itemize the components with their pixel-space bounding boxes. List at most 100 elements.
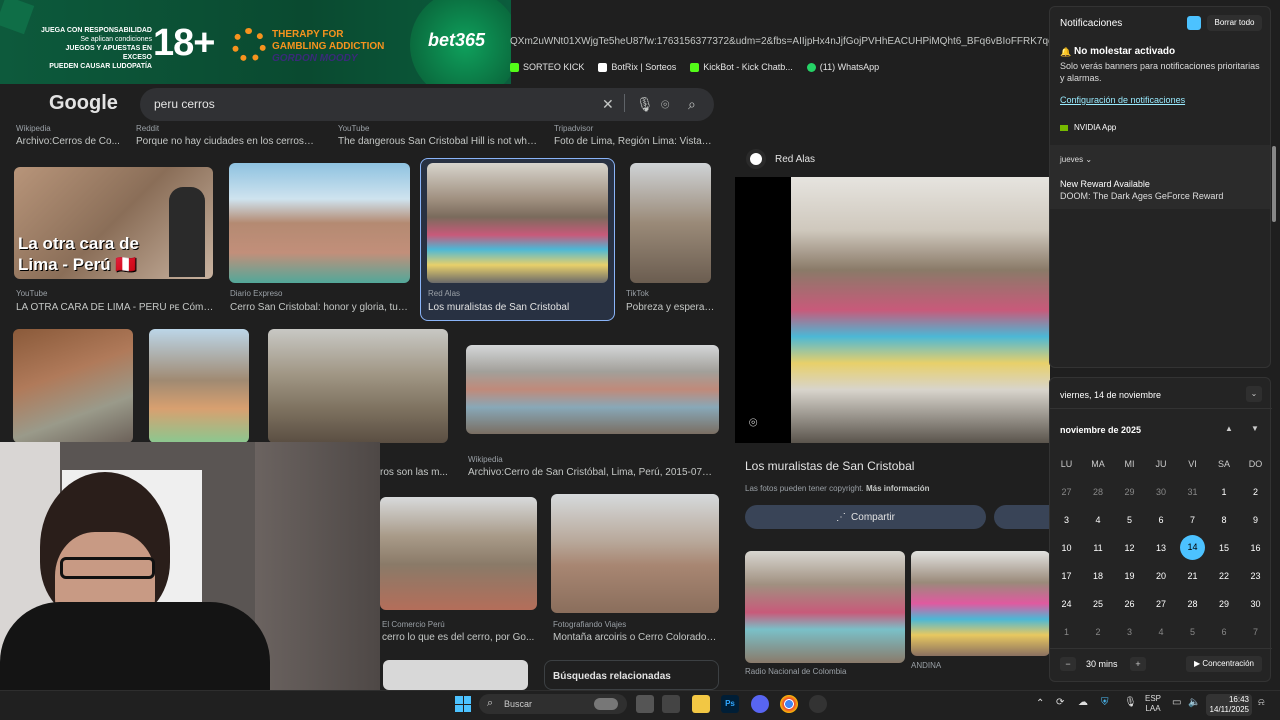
search-input[interactable]: peru cerros <box>154 97 215 111</box>
calendar-day[interactable]: 21 <box>1177 571 1208 581</box>
result-caption[interactable]: Archivo:Cerro de San Cristóbal, Lima, Pe… <box>468 467 713 478</box>
app-icon[interactable] <box>662 695 680 713</box>
chrome-icon[interactable] <box>780 695 798 713</box>
prev-month-icon[interactable]: ▲ <box>1225 424 1233 433</box>
result-image[interactable] <box>229 163 410 283</box>
result-caption[interactable]: Pobreza y esperan... <box>626 302 718 313</box>
increase-focus-button[interactable]: + <box>1130 657 1146 671</box>
focus-button[interactable]: ▶ Concentración <box>1186 656 1262 672</box>
mic-icon[interactable]: 🎙 <box>1124 697 1137 708</box>
lens-search-icon[interactable]: ⌾ <box>749 414 757 431</box>
preview-source[interactable]: Red Alas <box>775 154 815 165</box>
calendar-day[interactable]: 1 <box>1209 487 1240 497</box>
calendar-day[interactable]: 31 <box>1177 487 1208 497</box>
task-view-icon[interactable] <box>636 695 654 713</box>
chevron-down-icon[interactable]: ⌄ <box>1085 155 1092 164</box>
clear-icon[interactable]: ✕ <box>602 96 614 113</box>
result-caption[interactable]: Los muralistas de San Cristobal <box>428 302 608 313</box>
calendar-day[interactable]: 2 <box>1240 487 1271 497</box>
language-indicator[interactable]: ESP LAA <box>1145 694 1161 714</box>
more-info-link[interactable]: Más información <box>866 484 930 493</box>
related-searches-card[interactable]: Búsquedas relacionadas <box>544 660 719 690</box>
calendar-day[interactable]: 5 <box>1177 627 1208 637</box>
calendar-day[interactable]: 17 <box>1051 571 1082 581</box>
search-box[interactable] <box>140 88 714 121</box>
calendar-day[interactable]: 29 <box>1209 599 1240 609</box>
calendar-day[interactable]: 28 <box>1177 599 1208 609</box>
calendar-day[interactable]: 6 <box>1209 627 1240 637</box>
calendar-day[interactable]: 15 <box>1209 543 1240 553</box>
calendar-day[interactable]: 7 <box>1240 627 1271 637</box>
search-icon[interactable]: ⌕ <box>688 96 696 113</box>
calendar-day[interactable]: 13 <box>1146 543 1177 553</box>
visit-button[interactable] <box>994 505 1050 529</box>
calendar-day[interactable]: 23 <box>1240 571 1271 581</box>
result-image[interactable] <box>13 329 133 443</box>
lens-icon[interactable]: ⌾ <box>661 96 669 113</box>
calendar-day[interactable]: 18 <box>1083 571 1114 581</box>
preview-image[interactable] <box>791 177 1050 443</box>
calendar-day[interactable]: 11 <box>1083 543 1114 553</box>
calendar-day[interactable]: 2 <box>1083 627 1114 637</box>
result-image[interactable] <box>383 660 528 690</box>
result-caption[interactable]: Montaña arcoiris o Cerro Colorado, ... <box>553 632 718 643</box>
scrollbar[interactable] <box>1272 146 1276 222</box>
result-caption[interactable]: LA OTRA CARA DE LIMA - PERÚ ᴘᴇ Cómo ... <box>16 302 216 313</box>
calendar-day[interactable]: 27 <box>1051 487 1082 497</box>
calendar-day[interactable]: 24 <box>1051 599 1082 609</box>
result-caption[interactable]: Cerro San Cristobal: honor y gloria, tur… <box>230 302 410 313</box>
calendar-day[interactable]: 10 <box>1051 543 1082 553</box>
calendar-day[interactable]: 1 <box>1051 627 1082 637</box>
bet365-ad-banner[interactable]: JUEGA CON RESPONSABILIDAD Se aplican con… <box>0 0 511 88</box>
result-image[interactable] <box>149 329 249 443</box>
result-caption[interactable]: ros son las m... <box>380 467 460 478</box>
result-caption[interactable]: Archivo:Cerros de Co... <box>16 136 126 147</box>
mic-icon[interactable]: 🎙 <box>636 96 654 113</box>
calendar-day[interactable]: 7 <box>1177 515 1208 525</box>
calendar-day[interactable]: 12 <box>1114 543 1145 553</box>
bookmark-botrix[interactable]: BotRix | Sorteos <box>598 62 676 72</box>
focus-icon[interactable] <box>1187 16 1201 30</box>
notification-settings-link[interactable]: Configuración de notificaciones <box>1060 95 1185 105</box>
notification-bell-icon[interactable]: ⍾ <box>1258 697 1265 708</box>
defender-icon[interactable]: ⛨ <box>1101 697 1109 708</box>
result-image[interactable] <box>268 329 448 443</box>
address-bar[interactable]: QXm2uWNt01XWjgTe5heU87fw:1763156377372&u… <box>510 32 1050 52</box>
calendar-day[interactable]: 16 <box>1240 543 1271 553</box>
result-image[interactable]: La otra cara de Lima - Perú 🇵🇪 <box>14 167 213 279</box>
calendar-day[interactable]: 28 <box>1083 487 1114 497</box>
result-caption[interactable]: Foto de Lima, Región Lima: Vista C... <box>554 136 714 147</box>
result-image[interactable] <box>380 497 537 610</box>
calendar-day[interactable]: 3 <box>1051 515 1082 525</box>
volume-icon[interactable]: 🔈 <box>1188 697 1200 708</box>
result-caption[interactable]: The dangerous San Cristobal Hill is not … <box>338 136 538 147</box>
calendar-day[interactable]: 25 <box>1083 599 1114 609</box>
windows-start-icon[interactable] <box>455 696 471 712</box>
calendar-day[interactable]: 9 <box>1240 515 1271 525</box>
result-caption[interactable]: Porque no hay ciudades en los cerros d..… <box>136 136 316 147</box>
bookmark-whatsapp[interactable]: (11) WhatsApp <box>806 62 879 72</box>
calendar-day[interactable]: 3 <box>1114 627 1145 637</box>
obs-icon[interactable] <box>809 695 827 713</box>
google-logo[interactable]: Google <box>49 92 118 115</box>
result-caption[interactable]: cerro lo que es del cerro, por Go... <box>382 632 537 643</box>
clear-all-button[interactable]: Borrar todo <box>1207 15 1262 31</box>
tray-chevron-icon[interactable]: ⌃ <box>1036 698 1044 709</box>
calendar-day[interactable]: 30 <box>1240 599 1271 609</box>
calendar-day[interactable]: 5 <box>1114 515 1145 525</box>
tray-sync-icon[interactable]: ⟳ <box>1056 697 1064 708</box>
related-image[interactable] <box>911 551 1050 656</box>
result-image[interactable] <box>630 163 711 283</box>
calendar-day-today[interactable]: 14 <box>1180 535 1205 560</box>
calendar-day[interactable]: 22 <box>1209 571 1240 581</box>
decrease-focus-button[interactable]: − <box>1060 657 1076 671</box>
taskbar-search[interactable]: ⌕ Buscar <box>479 694 627 714</box>
month-label[interactable]: noviembre de 2025 <box>1060 425 1141 435</box>
discord-icon[interactable] <box>751 695 769 713</box>
calendar-day[interactable]: 8 <box>1209 515 1240 525</box>
network-icon[interactable]: ▭ <box>1172 697 1181 708</box>
result-image[interactable] <box>466 345 719 434</box>
bookmark-sorteo-kick[interactable]: SORTEO KICK <box>510 62 584 72</box>
calendar-day[interactable]: 20 <box>1146 571 1177 581</box>
share-button[interactable]: ⋰ Compartir <box>745 505 986 529</box>
